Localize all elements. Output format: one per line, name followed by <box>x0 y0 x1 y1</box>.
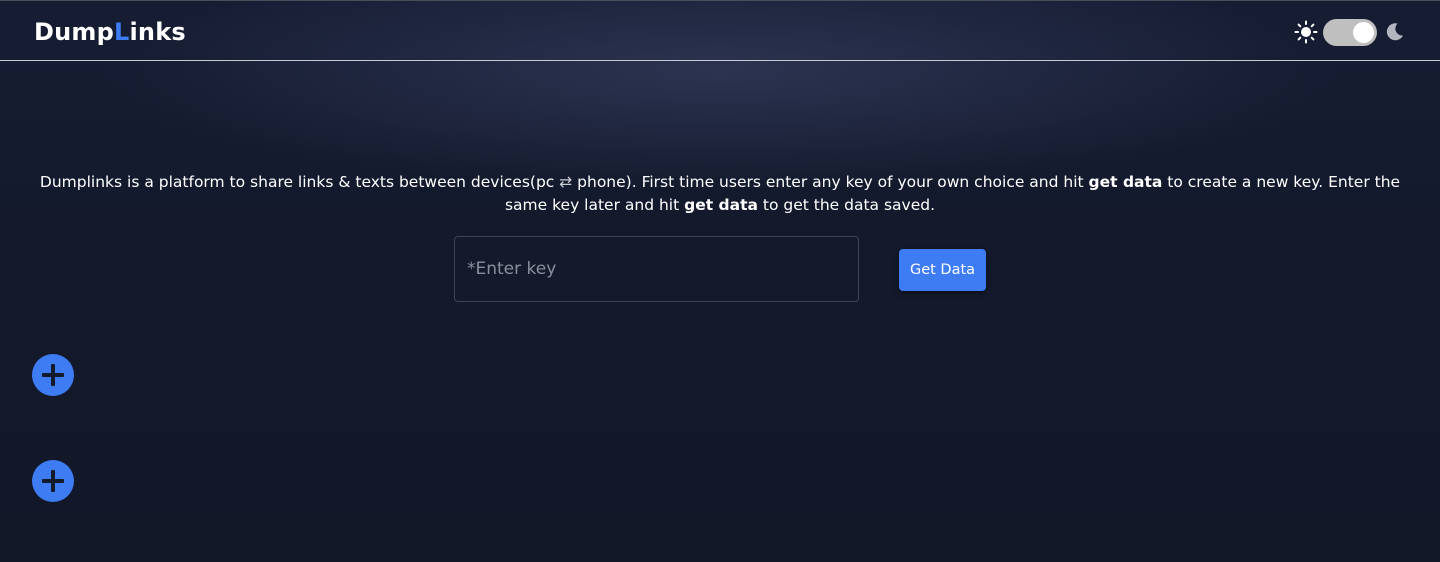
intro-get-data-emphasis-2: get data <box>684 196 758 214</box>
navbar: DumpLinks <box>0 1 1440 61</box>
intro-text-part-4: to get the data saved. <box>757 196 936 214</box>
plus-icon <box>42 364 64 386</box>
theme-toggle-knob <box>1353 22 1374 43</box>
sun-icon <box>1294 20 1318 44</box>
intro-text: Dumplinks is a platform to share links &… <box>30 171 1410 217</box>
intro-get-data-emphasis: get data <box>1088 173 1163 191</box>
intro-text-part-2: phone). First time users enter any key o… <box>572 173 1089 191</box>
add-button[interactable] <box>32 354 74 396</box>
logo-text-inks: inks <box>129 18 186 46</box>
swap-arrows-icon: ⇄ <box>559 173 573 191</box>
key-input[interactable] <box>454 236 859 302</box>
plus-icon <box>42 470 64 492</box>
get-data-button[interactable]: Get Data <box>899 249 986 291</box>
site-logo[interactable]: DumpLinks <box>34 17 186 47</box>
moon-icon <box>1383 21 1405 43</box>
add-button[interactable] <box>32 460 74 502</box>
intro-text-part-1: Dumplinks is a platform to share links &… <box>39 173 560 191</box>
theme-toggle[interactable] <box>1323 19 1377 46</box>
page: DumpLinks Dumplinks is a platform to sha… <box>0 0 1440 562</box>
logo-text-accent: L <box>114 18 130 46</box>
logo-text-dump: Dump <box>34 18 114 46</box>
